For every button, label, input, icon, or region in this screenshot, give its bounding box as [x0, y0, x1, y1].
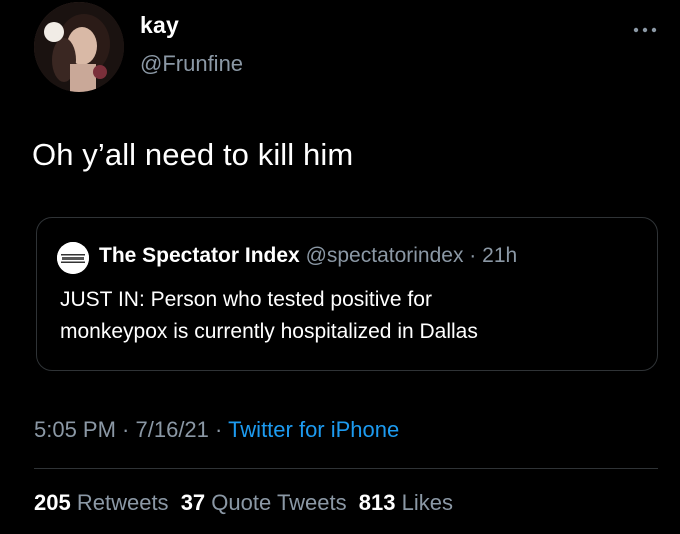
quote-tweets-label: Quote Tweets	[211, 490, 347, 515]
likes-count: 813	[358, 490, 396, 515]
display-name[interactable]: kay	[140, 12, 179, 39]
more-horizontal-icon[interactable]	[632, 26, 658, 34]
divider	[34, 468, 658, 469]
quote-tweets-stat[interactable]: 37 Quote Tweets	[181, 490, 353, 515]
tweet-stats: 205 Retweets 37 Quote Tweets 813 Likes	[34, 490, 459, 516]
retweets-stat[interactable]: 205 Retweets	[34, 490, 175, 515]
quote-separator: ·	[463, 244, 483, 267]
quote-tweet-card[interactable]: The Spectator Index @spectatorindex · 21…	[36, 217, 658, 371]
quote-handle[interactable]: @spectatorindex	[306, 244, 464, 267]
quote-text-line-2: monkeypox is currently hospitalized in D…	[60, 320, 478, 343]
likes-stat[interactable]: 813 Likes	[359, 490, 453, 515]
profile-photo-icon	[34, 2, 124, 92]
user-handle[interactable]: @Frunfine	[140, 51, 243, 77]
tweet-time[interactable]: 5:05 PM	[34, 417, 116, 442]
quote-tweets-count: 37	[180, 490, 206, 515]
user-avatar[interactable]	[34, 2, 124, 92]
tweet: kay @Frunfine Oh y’all need to kill him …	[0, 0, 680, 534]
retweets-count: 205	[34, 490, 71, 515]
tweet-date[interactable]: 7/16/21	[136, 417, 209, 442]
tweet-text: Oh y’all need to kill him	[32, 137, 354, 172]
quote-text-line-1: JUST IN: Person who tested positive for	[60, 288, 432, 311]
retweets-label: Retweets	[76, 490, 169, 515]
meta-separator-2: ·	[208, 417, 229, 442]
tweet-source[interactable]: Twitter for iPhone	[228, 417, 399, 442]
quote-age[interactable]: 21h	[482, 244, 517, 267]
meta-separator-1: ·	[115, 417, 136, 442]
quote-avatar[interactable]	[57, 242, 89, 274]
spectator-index-logo-icon	[57, 242, 89, 274]
likes-label: Likes	[401, 490, 453, 515]
tweet-meta: 5:05 PM · 7/16/21 · Twitter for iPhone	[34, 417, 399, 443]
quote-text: JUST IN: Person who tested positive for …	[60, 284, 640, 348]
quote-header: The Spectator Index @spectatorindex · 21…	[99, 244, 517, 268]
quote-display-name[interactable]: The Spectator Index	[99, 244, 300, 267]
